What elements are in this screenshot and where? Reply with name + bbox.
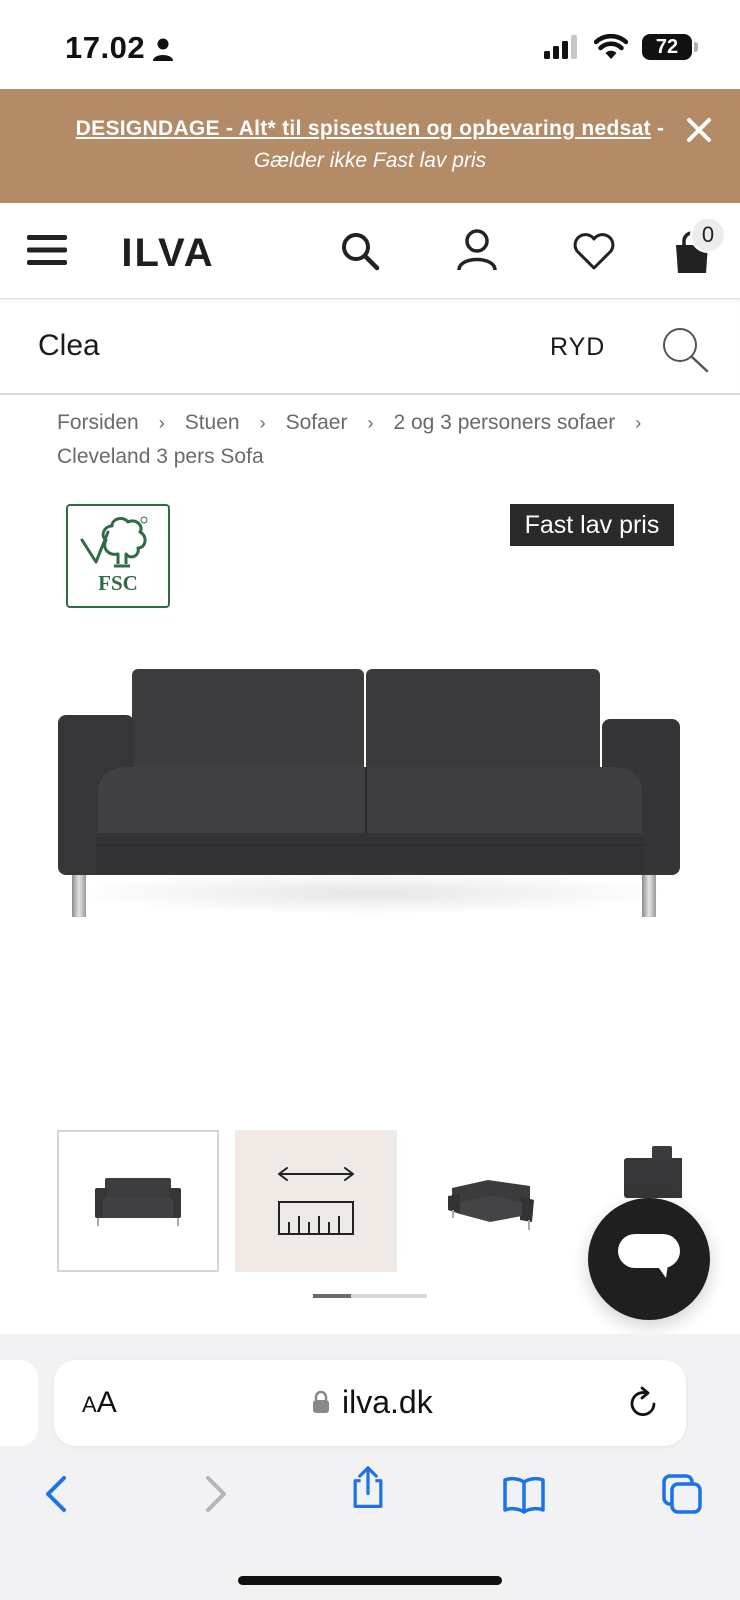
url-text[interactable]: ilva.dk (342, 1384, 433, 1421)
menu-icon[interactable] (27, 233, 67, 267)
browser-toolbar: AA ilva.dk (0, 1334, 740, 1600)
product-thumbnail-selected[interactable] (57, 1130, 219, 1272)
promo-headline: DESIGNDAGE - Alt* til spisestuen og opbe… (60, 117, 680, 141)
previous-tab-preview[interactable] (0, 1360, 38, 1446)
share-icon[interactable] (346, 1466, 390, 1510)
status-bar: 17.02 72 (0, 0, 740, 89)
signal-icon (544, 35, 577, 59)
person-icon (153, 38, 173, 61)
bookmarks-icon[interactable] (502, 1472, 546, 1516)
search-icon[interactable] (340, 231, 380, 271)
chevron-right-icon: › (158, 413, 165, 433)
wifi-icon (594, 34, 628, 59)
chat-button[interactable] (588, 1198, 710, 1320)
breadcrumb-item[interactable]: Stuen (185, 411, 240, 434)
breadcrumb-item[interactable]: Forsiden (57, 411, 139, 434)
promo-banner: DESIGNDAGE - Alt* til spisestuen og opbe… (0, 89, 740, 203)
logo-text: ILVA (121, 233, 214, 269)
close-icon[interactable] (684, 115, 714, 145)
search-clear-button[interactable]: RYD (550, 333, 605, 362)
chevron-right-icon: › (259, 413, 266, 433)
reader-settings-button[interactable]: AA (82, 1386, 117, 1420)
breadcrumb-item[interactable]: Sofaer (286, 411, 348, 434)
sofa-thumbnail-image (95, 1178, 181, 1226)
reload-icon[interactable] (626, 1386, 660, 1420)
breadcrumb-item[interactable]: 2 og 3 personers sofaer (393, 411, 615, 434)
fsc-label: FSC (98, 571, 138, 595)
search-icon[interactable] (660, 325, 710, 375)
address-bar[interactable]: AA ilva.dk (54, 1360, 686, 1446)
breadcrumb-item-current: Cleveland 3 pers Sofa (57, 445, 264, 468)
user-icon[interactable] (456, 229, 498, 271)
dimensions-thumbnail[interactable] (235, 1130, 397, 1272)
home-indicator[interactable] (238, 1576, 502, 1585)
battery-level: 72 (655, 35, 679, 58)
forward-icon[interactable] (192, 1472, 236, 1516)
status-time: 17.02 (65, 30, 146, 65)
back-icon[interactable] (36, 1472, 80, 1516)
product-image[interactable] (50, 655, 690, 935)
promo-subtext: Gælder ikke Fast lav pris (253, 149, 487, 172)
chevron-right-icon: › (367, 413, 374, 433)
thumbnail-scroll-indicator (313, 1294, 427, 1298)
promo-link[interactable]: DESIGNDAGE - Alt* til spisestuen og opbe… (76, 117, 651, 140)
tree-icon (80, 516, 148, 568)
product-thumbnail[interactable] (412, 1130, 574, 1272)
chevron-right-icon: › (635, 413, 642, 433)
ilva-logo[interactable]: ILVA (110, 233, 226, 269)
battery-icon: 72 (642, 34, 698, 60)
thumbnail-scroll-position (313, 1294, 351, 1298)
chat-icon (618, 1234, 680, 1278)
sofa-angle-thumbnail-image (448, 1180, 534, 1230)
fsc-badge: FSC (66, 504, 170, 608)
heart-icon[interactable] (572, 233, 616, 271)
tabs-icon[interactable] (660, 1472, 704, 1516)
cart-count-badge[interactable]: 0 (690, 217, 726, 253)
lock-icon (313, 1390, 329, 1413)
status-indicators: 72 (544, 34, 698, 60)
search-bar: Clea RYD (0, 299, 740, 395)
ruler-icon (278, 1167, 354, 1235)
price-badge: Fast lav pris (510, 504, 674, 546)
breadcrumb: Forsiden › Stuen › Sofaer › 2 og 3 personers s… (57, 406, 697, 474)
promo-separator: - (650, 117, 665, 140)
search-input[interactable]: Clea (38, 329, 100, 363)
site-header: ILVA 0 (0, 203, 740, 299)
